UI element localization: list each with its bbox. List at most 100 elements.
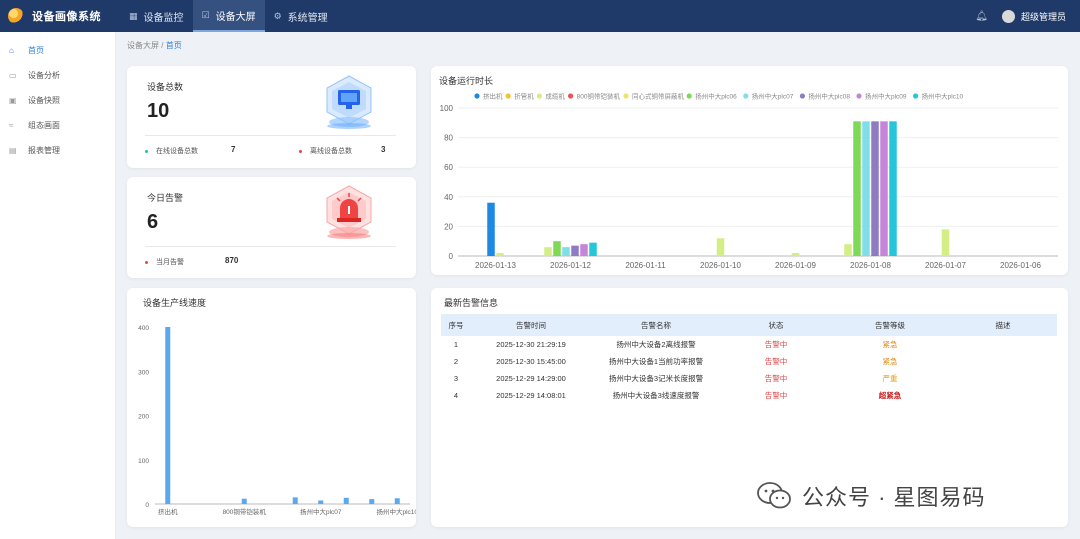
tab-label: 系统管理 xyxy=(287,12,328,24)
y-tick-label: 0 xyxy=(145,502,149,509)
legend-swatch xyxy=(568,93,574,99)
legend-label: 扬州中大plc06 xyxy=(695,92,737,101)
speed-chart-card: 设备生产线速度 0 100 200 300 400 挤出机 800铜带铠装机 扬州中大plc0… xyxy=(127,288,416,527)
alerts-title: 最新告警信息 xyxy=(444,298,499,308)
bar xyxy=(292,497,298,504)
offline-dot xyxy=(299,149,302,153)
bar xyxy=(343,497,349,504)
table-row[interactable]: 4 2025-12-29 14:08:01 扬州中大设备3线速度报警 告警中 超紧急 xyxy=(441,387,1057,404)
bar xyxy=(871,121,879,256)
sidebar-item-label: 报表管理 xyxy=(28,146,60,155)
col-header-name: 告警名称 xyxy=(591,314,721,336)
sidebar-item-device-snapshot[interactable]: ▣ 设备快照 xyxy=(0,88,115,113)
tab-system-management[interactable]: ⚙ 系统管理 xyxy=(265,0,337,32)
online-label-text: 在线设备总数 xyxy=(156,148,198,155)
tab-device-monitor[interactable]: ▦ 设备监控 xyxy=(120,0,193,32)
table-row[interactable]: 1 2025-12-30 21:29:19 扬州中大设备2离线报警 告警中 紧急 xyxy=(441,336,1057,353)
y-tick-label: 80 xyxy=(444,134,453,143)
device-total-value: 10 xyxy=(147,100,170,122)
alert-desc xyxy=(949,370,1057,387)
bar xyxy=(844,244,852,256)
x-tick-label: 2026-01-07 xyxy=(925,261,966,270)
x-tick-label: 2026-01-09 xyxy=(775,261,816,270)
sidebar-item-home[interactable]: ⌂ 首页 xyxy=(0,38,115,63)
y-tick-label: 400 xyxy=(138,325,149,332)
tab-device-dashboard[interactable]: ☑ 设备大屏 xyxy=(192,0,265,32)
alert-level: 超紧急 xyxy=(878,391,902,400)
y-tick-label: 200 xyxy=(138,414,149,421)
sidebar-item-device-analysis[interactable]: ▭ 设备分析 xyxy=(0,63,115,88)
legend-swatch xyxy=(913,93,919,99)
analysis-icon: ▭ xyxy=(9,71,17,80)
legend-swatch xyxy=(474,93,480,99)
alert-time: 2025-12-30 15:45:00 xyxy=(496,357,566,366)
today-alarm-value: 6 xyxy=(147,211,159,233)
tab-label: 设备大屏 xyxy=(215,11,256,23)
alert-index: 1 xyxy=(453,340,459,349)
legend-swatch xyxy=(743,93,749,99)
device-total-card: 设备总数 10 在线设备总数 7 离线设备总数 3 xyxy=(127,66,416,168)
alert-desc xyxy=(949,387,1057,404)
gear-icon: ⚙ xyxy=(273,10,282,21)
breadcrumb-parent[interactable]: 设备大屏 xyxy=(127,41,159,50)
x-tick-label: 2026-01-11 xyxy=(625,261,666,270)
watermark: 公众号 · 星图易码 xyxy=(756,480,986,512)
tab-label: 设备监控 xyxy=(143,12,184,24)
snapshot-icon: ▣ xyxy=(9,96,17,105)
watermark-text: 公众号 · 星图易码 xyxy=(802,485,986,510)
y-tick-label: 20 xyxy=(444,222,453,231)
sidebar-item-label: 设备快照 xyxy=(28,96,60,105)
username[interactable]: 超级管理员 xyxy=(1021,10,1066,23)
bar xyxy=(165,327,171,504)
x-tick-label: 扬州中大plc10 xyxy=(376,507,416,516)
x-tick-label: 2026-01-13 xyxy=(475,261,516,270)
legend-swatch xyxy=(856,93,862,99)
alert-index: 2 xyxy=(453,357,459,366)
home-icon: ⌂ xyxy=(9,46,14,55)
bar xyxy=(553,241,561,256)
legend-label: 挤出机 xyxy=(483,92,503,101)
online-dot xyxy=(145,149,148,153)
table-row[interactable]: 2 2025-12-30 15:45:00 扬州中大设备1当前功率报警 告警中 紧急 xyxy=(441,353,1057,370)
bar xyxy=(862,121,870,256)
table-row[interactable]: 3 2025-12-29 14:29:00 扬州中大设备3记米长度报警 告警中 严重 xyxy=(441,370,1057,387)
bar xyxy=(589,242,597,256)
app-logo[interactable]: 设备画像系统 xyxy=(0,8,120,24)
y-tick-label: 40 xyxy=(444,193,453,202)
alerts-table-body: 1 2025-12-30 21:29:19 扬州中大设备2离线报警 告警中 紧急 2 202… xyxy=(441,336,1057,404)
speed-bar-chart: 0 100 200 300 400 挤出机 800铜带铠装机 扬州中大plc07 扬州中大plc… xyxy=(138,325,416,516)
legend-label: 扬州中大plc10 xyxy=(922,92,964,101)
today-alarm-card: 今日告警 6 当月告警 870 xyxy=(127,177,416,278)
alert-time: 2025-12-29 14:08:01 xyxy=(496,391,566,400)
col-header-status: 状态 xyxy=(721,314,831,336)
y-tick-label: 60 xyxy=(444,163,453,172)
month-alarm-label-text: 当月告警 xyxy=(156,259,184,266)
top-nav-tabs: ▦ 设备监控 ☑ 设备大屏 ⚙ 系统管理 xyxy=(120,0,337,32)
alert-level: 紧急 xyxy=(882,340,898,349)
sidebar-item-report[interactable]: ▤ 报表管理 xyxy=(0,138,115,163)
legend-label: 成缆机 xyxy=(545,92,565,101)
wechat-icon xyxy=(757,482,791,509)
legend-swatch xyxy=(505,93,511,99)
online-devices-value: 7 xyxy=(231,145,236,154)
bar xyxy=(853,121,861,256)
sidebar-item-configuration[interactable]: ≈ 组态画面 xyxy=(0,113,115,138)
avatar[interactable] xyxy=(1001,9,1015,23)
y-tick-label: 300 xyxy=(138,369,149,376)
alert-status: 告警中 xyxy=(764,357,788,366)
bell-icon[interactable]: 🔔︎ xyxy=(975,11,988,22)
screen-icon: ☑ xyxy=(201,9,210,20)
alert-status: 告警中 xyxy=(764,374,788,383)
bar xyxy=(487,202,495,256)
bar xyxy=(318,500,324,504)
divider xyxy=(145,135,396,136)
bar xyxy=(889,121,897,256)
legend-swatch xyxy=(686,93,692,99)
bar xyxy=(880,121,888,256)
app-title: 设备画像系统 xyxy=(32,11,101,23)
month-alarm-value: 870 xyxy=(225,256,239,265)
legend-label: 800铜带铠装机 xyxy=(577,92,621,101)
grid-icon: ▦ xyxy=(129,10,138,21)
offline-devices-label: 离线设备总数 xyxy=(299,146,352,156)
x-tick-label: 2026-01-06 xyxy=(1000,261,1041,270)
